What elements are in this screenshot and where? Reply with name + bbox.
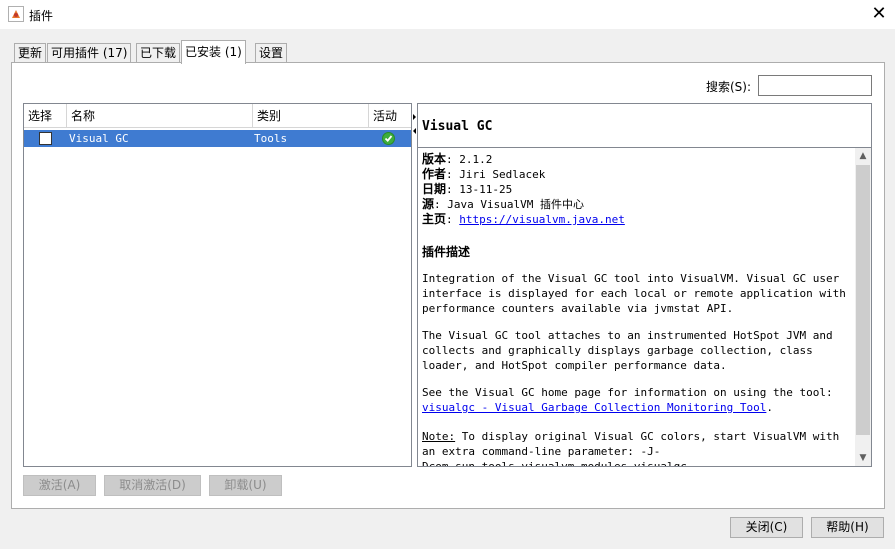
author-label: 作者 xyxy=(422,167,447,181)
plugin-category-cell: Tools xyxy=(254,132,288,145)
column-header-category[interactable]: 类别 xyxy=(253,104,369,128)
detail-title: Visual GC xyxy=(422,119,493,134)
column-header-active[interactable]: 活动 xyxy=(369,104,411,128)
tab-settings[interactable]: 设置 xyxy=(255,43,288,63)
vertical-scrollbar[interactable]: ▲ ▼ xyxy=(855,148,871,466)
plugin-name-cell: Visual GC xyxy=(69,132,129,145)
author-row: 作者: Jiri Sedlacek xyxy=(422,167,546,181)
version-value: 2.1.2 xyxy=(459,153,493,166)
visualgc-link[interactable]: visualgc - Visual Garbage Collection Mon… xyxy=(422,401,766,414)
plugin-table: 选择 名称 类别 活动 Visual GC Tools xyxy=(23,103,412,467)
window-title: 插件 xyxy=(29,9,54,23)
source-value: Java VisualVM 插件中心 xyxy=(447,198,584,211)
scroll-down-icon[interactable]: ▼ xyxy=(855,450,871,466)
source-label: 源 xyxy=(422,197,435,211)
paragraph-3-text: See the Visual GC home page for informat… xyxy=(422,386,833,399)
deactivate-button[interactable]: 取消激活(D) xyxy=(104,475,201,496)
version-label: 版本 xyxy=(422,152,447,166)
note-text: To display original Visual GC colors, st… xyxy=(422,430,840,467)
search-label: 搜索(S): xyxy=(706,80,752,94)
tab-installed[interactable]: 已安装 (1) xyxy=(181,40,246,64)
detail-header: Visual GC xyxy=(417,103,872,148)
description-paragraph-1: Integration of the Visual GC tool into V… xyxy=(422,272,846,315)
date-label: 日期 xyxy=(422,182,447,196)
tab-available-plugins[interactable]: 可用插件 (17) xyxy=(47,43,132,63)
note-label: Note: xyxy=(422,430,456,443)
tab-updates[interactable]: 更新 xyxy=(14,43,47,63)
detail-content: 版本: 2.1.2 作者: Jiri Sedlacek 日期: 13-11-25… xyxy=(422,152,854,467)
close-icon[interactable]: ✕ xyxy=(866,2,892,26)
help-button[interactable]: 帮助(H) xyxy=(811,517,884,538)
description-heading: 插件描述 xyxy=(422,245,471,259)
date-row: 日期: 13-11-25 xyxy=(422,182,513,196)
activate-button[interactable]: 激活(A) xyxy=(23,475,96,496)
homepage-row: 主页: https://visualvm.java.net xyxy=(422,212,625,226)
active-check-icon xyxy=(382,132,395,145)
author-value: Jiri Sedlacek xyxy=(459,168,546,181)
scroll-up-icon[interactable]: ▲ xyxy=(855,148,871,164)
description-paragraph-2: The Visual GC tool attaches to an instru… xyxy=(422,329,833,372)
detail-panel: 版本: 2.1.2 作者: Jiri Sedlacek 日期: 13-11-25… xyxy=(417,147,872,467)
app-icon xyxy=(8,6,24,22)
homepage-label: 主页 xyxy=(422,212,447,226)
homepage-link[interactable]: https://visualvm.java.net xyxy=(459,213,625,226)
title-bar: 插件 ✕ xyxy=(0,0,895,29)
close-button[interactable]: 关闭(C) xyxy=(730,517,803,538)
source-row: 源: Java VisualVM 插件中心 xyxy=(422,197,584,211)
tab-downloaded[interactable]: 已下载 xyxy=(136,43,181,63)
note-paragraph: Note: To display original Visual GC colo… xyxy=(422,429,854,467)
scrollbar-thumb[interactable] xyxy=(856,165,870,435)
select-checkbox[interactable] xyxy=(39,132,52,145)
uninstall-button[interactable]: 卸载(U) xyxy=(209,475,282,496)
table-row[interactable]: Visual GC Tools xyxy=(24,130,411,147)
column-header-select[interactable]: 选择 xyxy=(24,104,67,128)
date-value: 13-11-25 xyxy=(459,183,513,196)
description-paragraph-3: See the Visual GC home page for informat… xyxy=(422,385,854,415)
version-row: 版本: 2.1.2 xyxy=(422,152,493,166)
paragraph-3-end: . xyxy=(766,401,773,414)
search-input[interactable] xyxy=(758,75,872,96)
column-header-name[interactable]: 名称 xyxy=(67,104,253,128)
